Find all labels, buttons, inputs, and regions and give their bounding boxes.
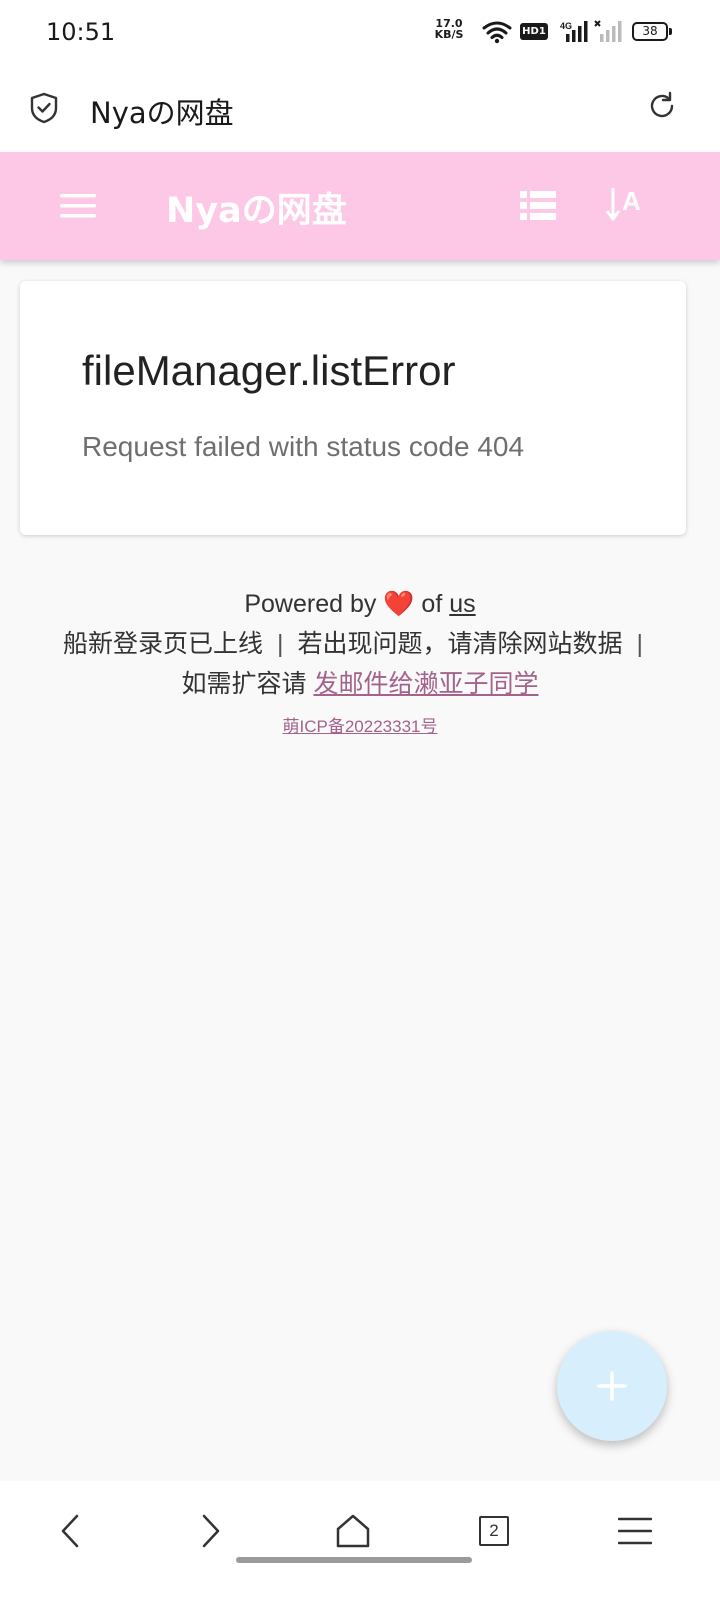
home-icon xyxy=(336,1514,370,1548)
wifi-icon xyxy=(482,21,512,44)
back-icon xyxy=(61,1514,79,1548)
tabs-button[interactable]: 2 xyxy=(466,1503,522,1559)
separator: | xyxy=(277,630,284,658)
tab-count: 2 xyxy=(479,1516,509,1546)
sort-button[interactable]: A xyxy=(602,180,650,228)
error-title: fileManager.listError xyxy=(82,347,456,394)
shield-check-icon[interactable] xyxy=(30,92,58,124)
separator: | xyxy=(636,630,644,658)
browser-page-title: Nyaの网盘 xyxy=(90,96,234,130)
email-link[interactable]: 发邮件给濑亚子同学 xyxy=(313,670,538,698)
clear-data-notice: 若出现问题，请清除网站数据 xyxy=(297,630,623,658)
sort-icon: A xyxy=(605,186,641,221)
status-bar: 10:51 17.0 KB/S HD1 4G 38 xyxy=(0,0,720,62)
network-speed: 17.0 KB/S xyxy=(432,18,466,40)
signal-no-sim-icon xyxy=(594,20,622,42)
network-speed-unit: KB/S xyxy=(434,28,464,41)
heart-icon: ❤️ xyxy=(383,590,415,618)
icp-link[interactable]: 萌ICP备20223331号 xyxy=(0,716,720,738)
home-button[interactable] xyxy=(325,1503,381,1559)
browser-bottom-nav: 2 xyxy=(0,1481,720,1600)
menu-icon xyxy=(618,1517,652,1545)
sort-glyph: A xyxy=(622,186,641,216)
expand-line: 如需扩容请 发邮件给濑亚子同学 xyxy=(0,664,720,704)
signal-4g-icon: 4G xyxy=(560,21,588,42)
expand-prefix: 如需扩容请 xyxy=(181,670,307,698)
powered-by-line: Powered by ❤️ of us xyxy=(0,584,720,624)
back-button[interactable] xyxy=(42,1503,98,1559)
us-link[interactable]: us xyxy=(449,590,475,618)
add-fab-button[interactable] xyxy=(557,1331,667,1441)
menu-icon xyxy=(60,194,96,218)
home-indicator xyxy=(236,1557,472,1563)
powered-by-prefix: Powered by xyxy=(244,590,377,618)
app-title: Nyaの网盘 xyxy=(166,191,347,231)
forward-button[interactable] xyxy=(183,1503,239,1559)
network-type: 4G xyxy=(560,21,572,31)
powered-by-of: of xyxy=(421,590,443,618)
footer: Powered by ❤️ of us 船新登录页已上线 | 若出现问题，请清除网站… xyxy=(0,584,720,738)
browser-title-bar: Nyaの网盘 xyxy=(0,62,720,152)
status-time: 10:51 xyxy=(46,18,116,46)
error-message: Request failed with status code 404 xyxy=(82,431,525,462)
new-login-notice: 船新登录页已上线 xyxy=(62,630,263,658)
menu-button[interactable] xyxy=(54,184,102,228)
battery-icon: 38 xyxy=(632,22,672,41)
notice-line: 船新登录页已上线 | 若出现问题，请清除网站数据 | xyxy=(0,624,720,664)
error-card: fileManager.listError Request failed wit… xyxy=(20,281,686,535)
plus-icon xyxy=(597,1371,627,1401)
app-bar: Nyaの网盘 A xyxy=(0,152,720,260)
list-view-icon xyxy=(520,191,556,220)
forward-icon xyxy=(202,1514,220,1548)
refresh-icon[interactable] xyxy=(646,90,678,122)
list-view-button[interactable] xyxy=(514,182,562,230)
hd-icon: HD1 xyxy=(520,23,548,40)
browser-menu-button[interactable] xyxy=(607,1503,663,1559)
